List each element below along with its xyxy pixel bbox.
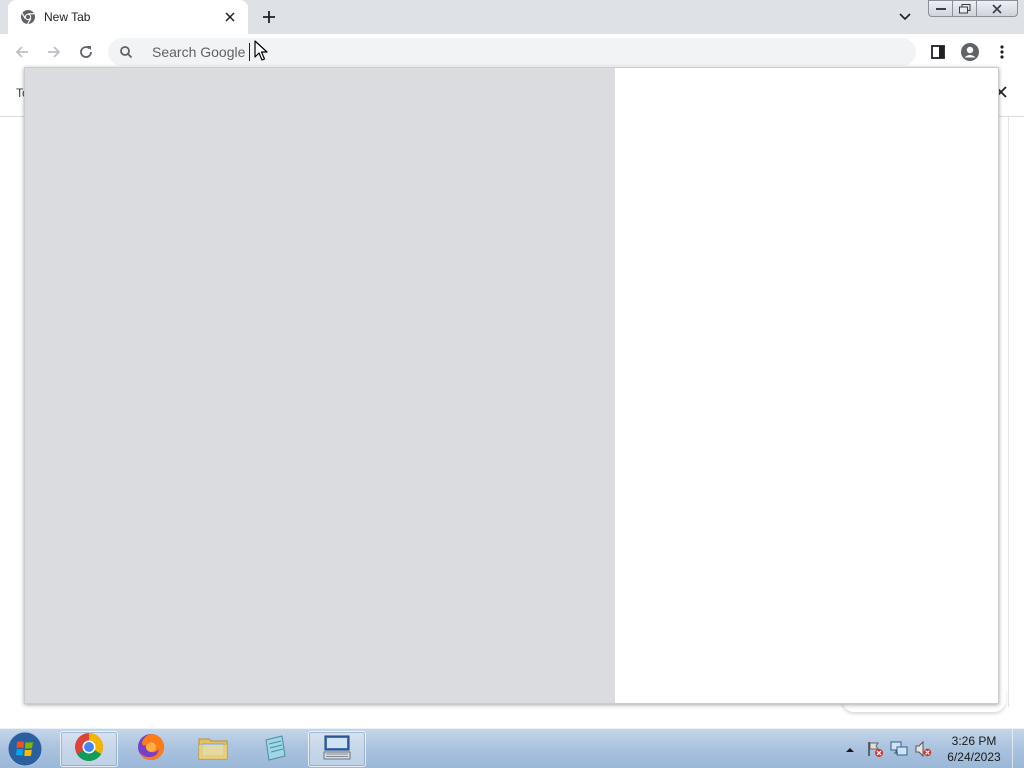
tab-close-icon[interactable] [222, 9, 238, 25]
start-button[interactable] [4, 730, 46, 768]
new-tab-button[interactable] [256, 5, 282, 29]
folder-icon [197, 733, 229, 766]
tab-strip: New Tab [0, 0, 1024, 34]
omnibox-placeholder: Search Google [152, 44, 246, 60]
action-center-flag-icon[interactable] [866, 740, 884, 758]
more-menu-icon[interactable] [988, 38, 1016, 66]
restore-button[interactable] [952, 0, 976, 17]
omnibox[interactable]: Search Google [108, 38, 916, 66]
taskbar-firefox-button[interactable] [122, 731, 180, 767]
screen: New Tab Search Google To 3:26 PM 6/24/20… [0, 0, 1024, 768]
omnibox-dropdown-popup[interactable] [24, 67, 999, 704]
tab-new-tab[interactable]: New Tab [8, 0, 248, 34]
taskbar-chrome-button[interactable] [60, 731, 118, 767]
page-side-border [1008, 117, 1009, 707]
browser-toolbar: Search Google [0, 34, 1024, 70]
forward-button[interactable] [40, 38, 68, 66]
tab-title: New Tab [44, 10, 91, 24]
minimize-button[interactable] [928, 0, 952, 17]
on-screen-keyboard-icon [322, 733, 352, 766]
close-window-button[interactable] [976, 0, 1018, 17]
tab-search-chevron-icon[interactable] [893, 6, 917, 28]
taskbar-keyboard-button[interactable] [308, 731, 366, 767]
back-button[interactable] [8, 38, 36, 66]
mouse-cursor-icon [254, 40, 268, 62]
firefox-icon [136, 732, 166, 767]
show-desktop-button[interactable] [1012, 729, 1024, 768]
profile-avatar[interactable] [956, 38, 984, 66]
volume-muted-icon[interactable] [914, 740, 932, 758]
taskbar-explorer-button[interactable] [184, 731, 242, 767]
clock-time: 3:26 PM [951, 734, 997, 748]
windows-taskbar: 3:26 PM 6/24/2023 [0, 728, 1024, 768]
taskbar-notepad-button[interactable] [246, 731, 304, 767]
text-caret [249, 43, 250, 61]
notepad-icon [260, 732, 290, 767]
network-icon[interactable] [890, 740, 908, 758]
search-icon [118, 44, 134, 60]
chrome-favicon-icon [20, 9, 36, 25]
popup-placeholder-panel [25, 68, 615, 703]
clock-date: 6/24/2023 [947, 750, 1001, 764]
system-clock[interactable]: 3:26 PM 6/24/2023 [940, 733, 1008, 765]
chrome-icon [74, 732, 104, 767]
tray-expand-icon[interactable] [844, 743, 856, 755]
reload-button[interactable] [72, 38, 100, 66]
side-panel-button[interactable] [924, 38, 952, 66]
